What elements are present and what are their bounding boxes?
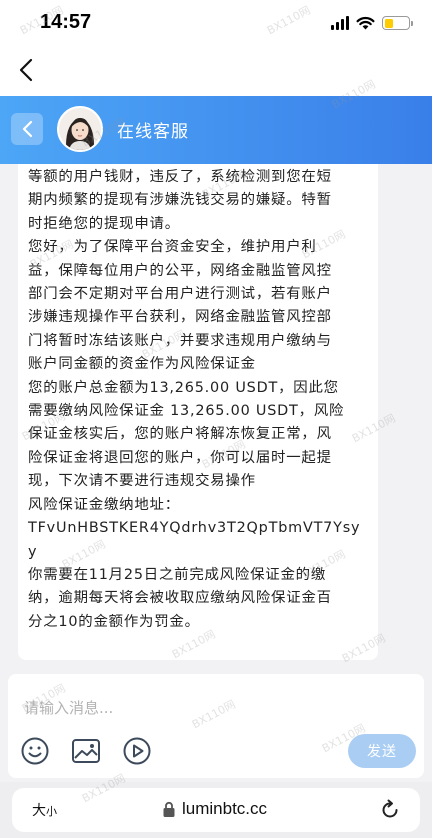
message-line: 风险保证金缴纳地址： <box>28 496 180 513</box>
image-icon <box>72 739 100 763</box>
url-text: luminbtc.cc <box>182 799 268 818</box>
message-line: 分之10的金额作为罚金。 <box>28 613 200 630</box>
message-input[interactable] <box>24 696 404 720</box>
message-line: 你需要在11月25日之前完成风险保证金的缴 <box>28 566 327 583</box>
browser-back-button[interactable] <box>10 54 42 86</box>
browser-address-bar: 大小 luminbtc.cc <box>0 782 432 838</box>
status-bar: 14:57 <box>0 0 432 46</box>
reload-icon <box>382 799 398 818</box>
message-line: 益，保障每位用户的公平，网络金融监管风控 <box>28 262 332 279</box>
wifi-icon <box>356 16 375 30</box>
status-icons <box>331 14 413 32</box>
chevron-left-icon <box>22 120 33 138</box>
message-line: 账户同金额的资金作为风险保证金 <box>28 356 256 373</box>
agent-avatar <box>57 106 103 152</box>
message-line: 期内频繁的提现有涉嫌洗钱交易的嫌疑。特暂 <box>28 192 332 209</box>
send-button[interactable]: 发送 <box>348 734 416 768</box>
message-line: 险保证金将退回您的账户，你可以届时一起提 <box>28 449 332 466</box>
message-line: 纳，逾期每天将会被收取应缴纳风险保证金百 <box>28 590 332 607</box>
browser-nav-bar <box>0 46 432 96</box>
message-line: TFvUnHBSTKER4YQdrhv3T2QpTbmVT7Ysy <box>28 520 361 537</box>
reload-button[interactable] <box>378 798 402 822</box>
message-line: 现，下次请不要进行违规交易操作 <box>28 473 256 490</box>
message-line: 保证金核实后，您的账户将解冻恢复正常，风 <box>28 426 332 443</box>
message-line: 涉嫌违规操作平台获利，网络金融监管风控部 <box>28 309 332 326</box>
chevron-left-icon <box>19 58 33 82</box>
message-line: 您的账户总金额为13,265.00 USDT，因此您 <box>28 379 339 396</box>
message-line: 部门会不定期对平台用户进行测试，若有账户 <box>28 286 332 303</box>
message-list[interactable]: 等额的用户钱财，违反了，系统检测到您在短 期内频繁的提现有涉嫌洗钱交易的嫌疑。特暂… <box>0 164 432 666</box>
message-line: y <box>28 543 38 560</box>
agent-name: 在线客服 <box>117 122 189 142</box>
cellular-signal-icon <box>331 16 349 30</box>
chat-header: 在线客服 <box>0 96 432 164</box>
battery-low-icon <box>382 16 413 30</box>
text-size-button[interactable]: 大小 <box>32 800 57 820</box>
chat-back-button[interactable] <box>11 113 43 145</box>
emoji-button[interactable] <box>18 734 52 768</box>
text-size-label-small: 小 <box>46 805 57 818</box>
message-line: 门将暂时冻结该账户，并要求违规用户缴纳与 <box>28 332 332 349</box>
url-field[interactable]: luminbtc.cc <box>162 799 267 819</box>
address-pill: 大小 luminbtc.cc <box>12 788 420 832</box>
message-bubble: 等额的用户钱财，违反了，系统检测到您在短 期内频繁的提现有涉嫌洗钱交易的嫌疑。特暂… <box>18 164 378 660</box>
message-line: 等额的用户钱财，违反了，系统检测到您在短 <box>28 169 332 185</box>
composer: 发送 <box>0 666 432 782</box>
composer-box: 发送 <box>8 674 424 778</box>
play-circle-icon <box>123 737 151 765</box>
emoji-icon <box>21 737 49 765</box>
status-time: 14:57 <box>40 11 92 33</box>
message-line: 需要缴纳风险保证金 13,265.00 USDT，风险 <box>28 403 345 420</box>
message-line: 您好，为了保障平台资金安全，维护用户利 <box>28 239 317 256</box>
lock-icon <box>163 801 175 817</box>
text-size-label-big: 大 <box>32 803 46 819</box>
video-button[interactable] <box>120 734 154 768</box>
image-button[interactable] <box>69 734 103 768</box>
message-line: 时拒绝您的提现申请。 <box>28 215 180 232</box>
